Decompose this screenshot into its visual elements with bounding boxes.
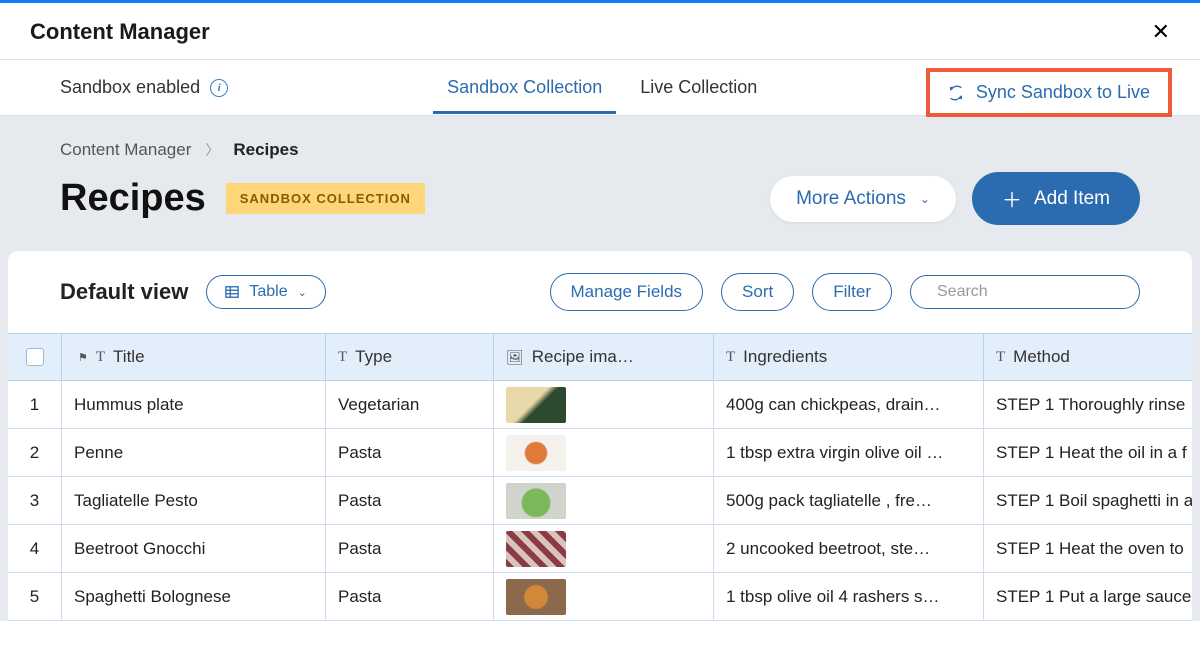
manage-fields-button[interactable]: Manage Fields [550,273,704,311]
table-row[interactable]: 3 Tagliatelle Pesto Pasta 500g pack tagl… [8,477,1192,525]
filter-button[interactable]: Filter [812,273,892,311]
sandbox-status-label: Sandbox enabled [60,77,200,98]
sandbox-badge: SANDBOX COLLECTION [226,183,425,214]
data-grid: ⚑TTitle TType 🖼Recipe ima… TIngredients … [8,333,1192,621]
add-item-button[interactable]: ＋ Add Item [972,172,1140,225]
breadcrumb: Content Manager 〉 Recipes [0,140,1200,160]
cell-image[interactable] [494,477,714,524]
recipe-thumbnail [506,579,566,615]
row-number: 4 [8,525,62,572]
cell-method[interactable]: STEP 1 Heat the oven to [984,525,1192,572]
chevron-down-icon: ⌄ [920,192,930,206]
cell-method[interactable]: STEP 1 Thoroughly rinse [984,381,1192,428]
table-row[interactable]: 5 Spaghetti Bolognese Pasta 1 tbsp olive… [8,573,1192,621]
cell-type[interactable]: Pasta [326,477,494,524]
text-type-icon: T [338,349,347,366]
cell-image[interactable] [494,573,714,620]
cell-ingredients[interactable]: 500g pack tagliatelle , fre… [714,477,984,524]
col-title-label: Title [113,347,145,367]
select-all-checkbox[interactable] [26,348,44,366]
col-image-label: Recipe ima… [532,347,634,367]
table-icon [225,285,239,299]
select-all-cell [8,334,62,380]
text-type-icon: T [96,349,105,366]
recipe-thumbnail [506,387,566,423]
recipe-thumbnail [506,435,566,471]
header-bar: Content Manager ✕ [0,3,1200,60]
col-type-label: Type [355,347,392,367]
cell-title[interactable]: Beetroot Gnocchi [62,525,326,572]
breadcrumb-current: Recipes [233,140,298,160]
col-image[interactable]: 🖼 Recipe ima… [494,334,714,380]
cell-type[interactable]: Pasta [326,525,494,572]
more-actions-button[interactable]: More Actions ⌄ [770,176,956,222]
row-number: 3 [8,477,62,524]
grid-header: ⚑TTitle TType 🖼Recipe ima… TIngredients … [8,333,1192,381]
cell-type[interactable]: Pasta [326,429,494,476]
cell-type[interactable]: Pasta [326,573,494,620]
col-title[interactable]: ⚑ T Title [62,334,326,380]
cell-title[interactable]: Tagliatelle Pesto [62,477,326,524]
cell-title[interactable]: Hummus plate [62,381,326,428]
col-type[interactable]: T Type [326,334,494,380]
cell-image[interactable] [494,429,714,476]
row-number: 2 [8,429,62,476]
cell-ingredients[interactable]: 1 tbsp extra virgin olive oil … [714,429,984,476]
cell-method[interactable]: STEP 1 Put a large sauce [984,573,1192,620]
col-method[interactable]: T Method [984,334,1192,380]
content-area: Content Manager 〉 Recipes Recipes SANDBO… [0,116,1200,621]
col-ingredients[interactable]: T Ingredients [714,334,984,380]
view-toolbar: Default view Table ⌄ Manage Fields Sort … [8,251,1192,333]
tab-row: Sandbox enabled i Sandbox Collection Liv… [0,60,1200,116]
more-actions-label: More Actions [796,188,906,210]
cell-image[interactable] [494,381,714,428]
page-title: Recipes [60,177,206,220]
page-header: Recipes SANDBOX COLLECTION More Actions … [0,172,1200,251]
col-method-label: Method [1013,347,1070,367]
view-selector-label: Table [249,283,287,301]
cell-image[interactable] [494,525,714,572]
breadcrumb-root[interactable]: Content Manager [60,140,191,160]
cell-type[interactable]: Vegetarian [326,381,494,428]
tab-live-collection[interactable]: Live Collection [636,62,761,113]
sync-icon [948,85,964,101]
sync-sandbox-button[interactable]: Sync Sandbox to Live [938,76,1160,109]
cell-method[interactable]: STEP 1 Heat the oil in a f [984,429,1192,476]
search-field[interactable] [910,275,1140,309]
cell-ingredients[interactable]: 2 uncooked beetroot, ste… [714,525,984,572]
sort-button[interactable]: Sort [721,273,794,311]
close-icon[interactable]: ✕ [1152,19,1170,45]
view-title: Default view [60,279,188,305]
col-ingredients-label: Ingredients [743,347,827,367]
info-icon[interactable]: i [210,79,228,97]
pin-icon: ⚑ [74,351,88,364]
table-row[interactable]: 2 Penne Pasta 1 tbsp extra virgin olive … [8,429,1192,477]
table-row[interactable]: 1 Hummus plate Vegetarian 400g can chick… [8,381,1192,429]
row-number: 1 [8,381,62,428]
view-selector[interactable]: Table ⌄ [206,275,325,309]
app-title: Content Manager [30,19,210,45]
recipe-thumbnail [506,531,566,567]
cell-title[interactable]: Spaghetti Bolognese [62,573,326,620]
row-number: 5 [8,573,62,620]
cell-method[interactable]: STEP 1 Boil spaghetti in a [984,477,1192,524]
plus-icon: ＋ [1002,184,1022,213]
sync-label: Sync Sandbox to Live [976,82,1150,103]
recipe-thumbnail [506,483,566,519]
text-type-icon: T [726,349,735,366]
tab-sandbox-collection[interactable]: Sandbox Collection [443,62,606,113]
cell-title[interactable]: Penne [62,429,326,476]
table-row[interactable]: 4 Beetroot Gnocchi Pasta 2 uncooked beet… [8,525,1192,573]
chevron-down-icon: ⌄ [298,286,307,299]
collection-tabs: Sandbox Collection Live Collection [443,62,761,113]
cell-ingredients[interactable]: 400g can chickpeas, drain… [714,381,984,428]
chevron-right-icon: 〉 [205,140,219,160]
text-type-icon: T [996,349,1005,366]
cell-ingredients[interactable]: 1 tbsp olive oil 4 rashers s… [714,573,984,620]
image-type-icon: 🖼 [506,349,524,366]
search-input[interactable] [937,283,1144,301]
sandbox-status: Sandbox enabled i [60,77,228,98]
sync-highlight: Sync Sandbox to Live [926,68,1172,117]
add-item-label: Add Item [1034,188,1110,210]
